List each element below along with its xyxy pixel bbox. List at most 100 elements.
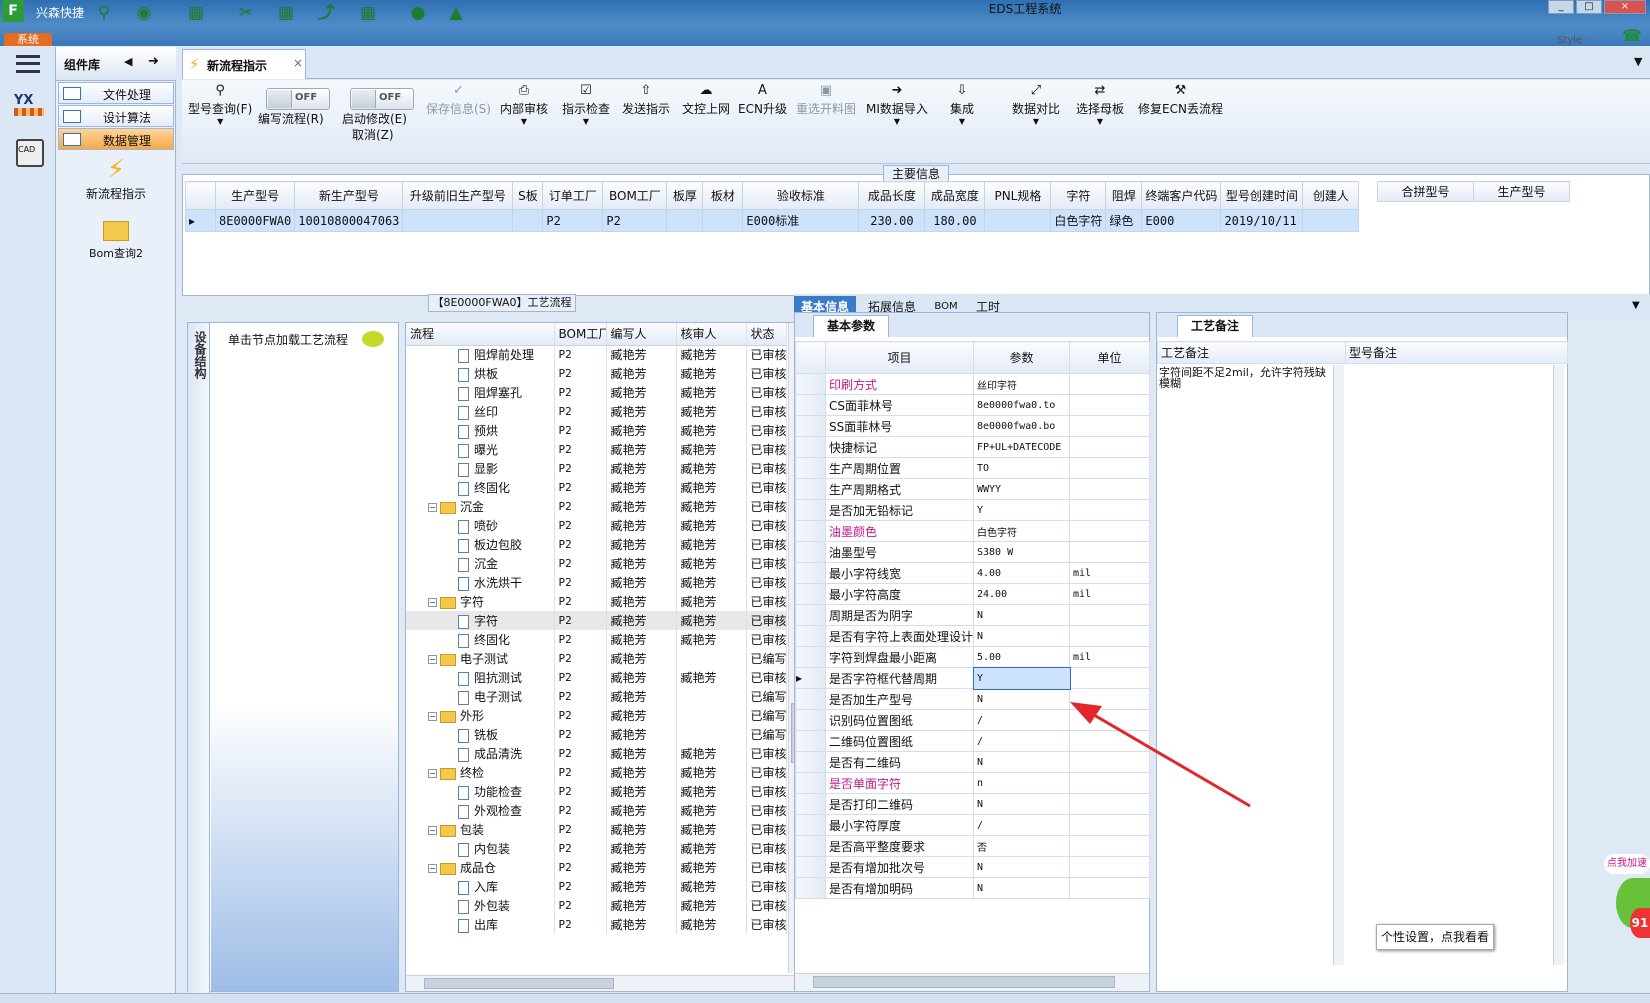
table-row[interactable]: 成品清洗 P2 臧艳芳 臧艳芳 已审核: [406, 744, 787, 763]
table-cell[interactable]: P2: [602, 209, 668, 232]
table-cell[interactable]: 臧艳芳: [676, 497, 747, 516]
table-cell[interactable]: 臧艳芳: [606, 345, 677, 364]
table-row[interactable]: 最小字符线宽 4.00 mil: [795, 562, 1150, 584]
row-header[interactable]: [795, 499, 826, 521]
pin-icon[interactable]: ➜: [148, 54, 159, 69]
table-row[interactable]: 是否高平整度要求否: [795, 835, 1150, 857]
flow-node[interactable]: 终固化: [406, 478, 555, 497]
table-cell[interactable]: P2: [542, 209, 604, 232]
flow-node[interactable]: 外观检查: [406, 801, 555, 820]
table-row[interactable]: 字符 P2 臧艳芳 臧艳芳 已审核: [406, 611, 787, 630]
send-instruction-button[interactable]: ⇧ 发送指示: [622, 82, 670, 117]
table-row[interactable]: 板边包胶 P2 臧艳芳 臧艳芳 已审核: [406, 535, 787, 554]
row-header[interactable]: [795, 856, 826, 878]
row-header[interactable]: [795, 436, 826, 458]
column-header[interactable]: 项目: [825, 341, 974, 374]
phone-icon[interactable]: ☎: [1622, 26, 1642, 45]
collapse-toggle-icon[interactable]: −: [428, 826, 437, 835]
table-cell[interactable]: 已审核: [746, 573, 787, 592]
table-cell[interactable]: 已审核: [746, 630, 787, 649]
table-cell[interactable]: 臧艳芳: [606, 687, 677, 706]
table-row[interactable]: 周期是否为阴字 N: [795, 604, 1150, 626]
column-header[interactable]: 核审人: [676, 323, 747, 346]
table-row[interactable]: 是否有增加批次号 N: [795, 856, 1150, 878]
table-row[interactable]: 快捷标记 FP+UL+DATECODE: [795, 436, 1150, 458]
flow-node[interactable]: 终固化: [406, 630, 555, 649]
table-cell[interactable]: P2: [554, 915, 607, 934]
flow-node[interactable]: 出库: [406, 915, 555, 934]
table-cell[interactable]: 臧艳芳: [676, 611, 747, 630]
flow-node[interactable]: 水洗烘干: [406, 573, 555, 592]
table-cell[interactable]: 臧艳芳: [676, 668, 747, 687]
row-header[interactable]: [795, 583, 826, 605]
table-row[interactable]: 生产周期格式 WWYY: [795, 478, 1150, 500]
table-row[interactable]: − 包装 P2 臧艳芳 臧艳芳 已审核: [406, 820, 787, 839]
column-header[interactable]: 工艺备注: [1157, 341, 1346, 364]
table-cell[interactable]: [512, 209, 544, 232]
table-cell[interactable]: 已审核: [746, 535, 787, 554]
param-value[interactable]: FP+UL+DATECODE: [973, 436, 1070, 458]
row-header[interactable]: [795, 751, 826, 773]
select-master-button[interactable]: ⇄ 选择母板 ▼: [1076, 82, 1124, 126]
table-cell[interactable]: 臧艳芳: [676, 364, 747, 383]
table-row[interactable]: 是否有字符上表面处理设计 N: [795, 625, 1150, 647]
flow-node[interactable]: − 包装: [406, 820, 555, 839]
param-value[interactable]: 8e0000fwa0.to: [973, 394, 1070, 416]
table-row[interactable]: 铣板 P2 臧艳芳 已编写: [406, 725, 787, 744]
tab-new-flow-instruction[interactable]: ⚡ 新流程指示 ×: [182, 49, 306, 79]
row-header[interactable]: [795, 415, 826, 437]
flow-node[interactable]: 铣板: [406, 725, 555, 744]
table-cell[interactable]: 臧艳芳: [676, 535, 747, 554]
table-cell[interactable]: 已审核: [746, 459, 787, 478]
table-cell[interactable]: P2: [554, 649, 607, 668]
param-value[interactable]: n: [973, 772, 1070, 794]
param-value[interactable]: TO: [973, 457, 1070, 479]
table-cell[interactable]: [402, 209, 514, 232]
table-cell[interactable]: 230.00: [858, 209, 926, 232]
table-row[interactable]: 外观检查 P2 臧艳芳 臧艳芳 已审核: [406, 801, 787, 820]
table-row[interactable]: 生产周期位置 TO: [795, 457, 1150, 479]
model-note-text[interactable]: [1345, 365, 1567, 965]
table-row[interactable]: 水洗烘干 P2 臧艳芳 臧艳芳 已审核: [406, 573, 787, 592]
table-cell[interactable]: P2: [554, 782, 607, 801]
param-value[interactable]: /: [973, 709, 1070, 731]
table-cell[interactable]: 已审核: [746, 364, 787, 383]
table-cell[interactable]: 臧艳芳: [676, 744, 747, 763]
table-cell[interactable]: [666, 209, 704, 232]
table-row[interactable]: 喷砂 P2 臧艳芳 臧艳芳 已审核: [406, 516, 787, 535]
tab-dropdown-icon[interactable]: ▼: [1634, 55, 1642, 68]
param-value[interactable]: N: [973, 877, 1070, 899]
table-row[interactable]: − 字符 P2 臧艳芳 臧艳芳 已审核: [406, 592, 787, 611]
table-row[interactable]: − 外形 P2 臧艳芳 已编写: [406, 706, 787, 725]
repair-ecn-button[interactable]: ⚒ 修复ECN丢流程: [1138, 82, 1223, 117]
column-header[interactable]: 成品宽度: [924, 181, 986, 210]
param-value[interactable]: N: [973, 625, 1070, 647]
column-header[interactable]: 型号备注: [1345, 341, 1568, 364]
flow-node[interactable]: − 字符: [406, 592, 555, 611]
param-value[interactable]: 白色字符: [973, 520, 1070, 542]
param-value[interactable]: Y: [972, 666, 1071, 690]
table-cell[interactable]: P2: [554, 554, 607, 573]
row-header[interactable]: [795, 793, 826, 815]
table-row[interactable]: 显影 P2 臧艳芳 臧艳芳 已审核: [406, 459, 787, 478]
table-cell[interactable]: P2: [554, 459, 607, 478]
table-cell[interactable]: [984, 209, 1052, 232]
table-row[interactable]: 入库 P2 臧艳芳 臧艳芳 已审核: [406, 877, 787, 896]
param-value[interactable]: N: [973, 856, 1070, 878]
table-cell[interactable]: 臧艳芳: [606, 440, 677, 459]
table-cell[interactable]: 8E0000FWA0: [214, 209, 296, 232]
device-structure-tab[interactable]: 设备结构: [188, 323, 210, 993]
table-cell[interactable]: [1302, 209, 1360, 232]
table-cell[interactable]: 已审核: [746, 497, 787, 516]
table-row[interactable]: 功能检查 P2 臧艳芳 臧艳芳 已审核: [406, 782, 787, 801]
params-horizontal-scrollbar[interactable]: [795, 973, 1149, 991]
row-header[interactable]: [795, 877, 826, 899]
table-cell[interactable]: 臧艳芳: [606, 630, 677, 649]
row-header[interactable]: [795, 457, 826, 479]
collapse-toggle-icon[interactable]: −: [428, 712, 437, 721]
settings-tooltip[interactable]: 个性设置，点我看看: [1376, 924, 1494, 950]
table-cell[interactable]: 臧艳芳: [606, 839, 677, 858]
remarks-scrollbar[interactable]: [1333, 365, 1344, 965]
table-cell[interactable]: 臧艳芳: [606, 858, 677, 877]
flow-node[interactable]: 显影: [406, 459, 555, 478]
